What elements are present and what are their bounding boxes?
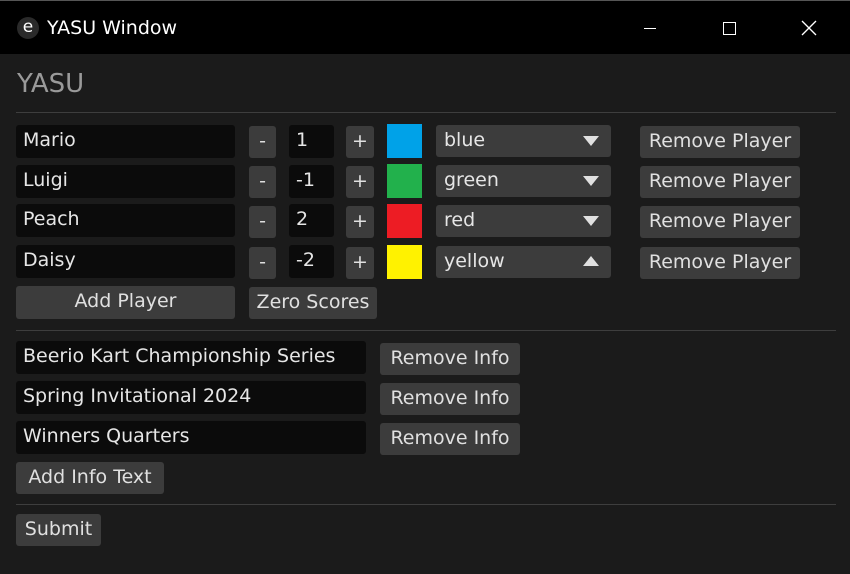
decrement-score-button[interactable]: - [249, 126, 276, 158]
minimize-button[interactable] [627, 1, 673, 55]
color-select-value: red [444, 209, 476, 231]
remove-info-button[interactable]: Remove Info [380, 423, 520, 455]
remove-info-button[interactable]: Remove Info [380, 383, 520, 415]
chevron-down-icon [583, 176, 599, 186]
title-bar: e YASU Window [0, 0, 850, 54]
color-swatch [387, 124, 422, 158]
maximize-icon [722, 21, 736, 35]
score-input[interactable]: 1 [289, 125, 334, 158]
close-icon [801, 20, 817, 36]
color-select-value: yellow [444, 250, 505, 272]
player-name-input[interactable]: Peach [16, 204, 235, 237]
color-select[interactable]: blue [436, 125, 611, 157]
maximize-button[interactable] [706, 1, 752, 55]
player-name-input[interactable]: Daisy [16, 245, 235, 278]
submit-button[interactable]: Submit [16, 514, 101, 546]
score-input[interactable]: -1 [289, 165, 334, 198]
score-input[interactable]: -2 [289, 245, 334, 278]
color-select[interactable]: yellow [436, 246, 611, 278]
score-input[interactable]: 2 [289, 204, 334, 237]
info-text-input[interactable]: Spring Invitational 2024 [16, 381, 366, 414]
add-info-text-button[interactable]: Add Info Text [16, 462, 164, 494]
app-title: YASU [17, 69, 85, 99]
color-select-value: blue [444, 129, 486, 151]
color-swatch [387, 245, 422, 279]
player-name-input[interactable]: Luigi [16, 165, 235, 198]
color-select[interactable]: green [436, 165, 611, 197]
info-text-input[interactable]: Winners Quarters [16, 421, 366, 454]
app-icon: e [17, 17, 39, 39]
remove-player-button[interactable]: Remove Player [640, 166, 800, 198]
close-button[interactable] [786, 1, 832, 55]
minimize-icon [644, 27, 656, 29]
decrement-score-button[interactable]: - [249, 247, 276, 279]
divider [16, 330, 836, 331]
increment-score-button[interactable]: + [346, 247, 374, 279]
info-text-input[interactable]: Beerio Kart Championship Series [16, 341, 366, 374]
window-title: YASU Window [47, 17, 178, 39]
color-select-value: green [444, 169, 499, 191]
chevron-down-icon [583, 216, 599, 226]
player-name-input[interactable]: Mario [16, 125, 235, 158]
decrement-score-button[interactable]: - [249, 166, 276, 198]
main-panel: YASU Mario - 1 + blue Remove Player Luig… [0, 54, 850, 574]
increment-score-button[interactable]: + [346, 166, 374, 198]
chevron-down-icon [583, 136, 599, 146]
color-swatch [387, 164, 422, 198]
divider [16, 112, 836, 113]
increment-score-button[interactable]: + [346, 206, 374, 238]
remove-player-button[interactable]: Remove Player [640, 126, 800, 158]
decrement-score-button[interactable]: - [249, 206, 276, 238]
color-select[interactable]: red [436, 205, 611, 237]
increment-score-button[interactable]: + [346, 126, 374, 158]
remove-info-button[interactable]: Remove Info [380, 343, 520, 375]
chevron-up-icon [583, 256, 599, 266]
remove-player-button[interactable]: Remove Player [640, 247, 800, 279]
remove-player-button[interactable]: Remove Player [640, 206, 800, 238]
divider [16, 504, 836, 505]
color-swatch [387, 204, 422, 238]
zero-scores-button[interactable]: Zero Scores [249, 287, 377, 319]
add-player-button[interactable]: Add Player [16, 286, 235, 319]
